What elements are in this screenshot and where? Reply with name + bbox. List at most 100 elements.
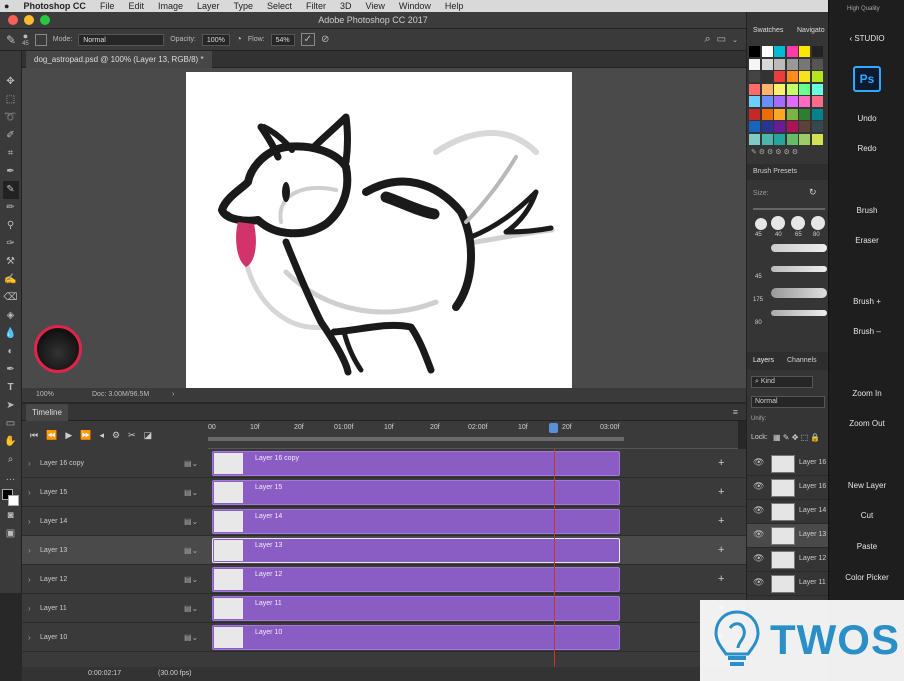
brush-preset-dot[interactable] bbox=[811, 216, 825, 230]
color-swatch[interactable] bbox=[774, 121, 785, 132]
expand-arrow-icon[interactable]: › bbox=[28, 507, 31, 536]
timeline-clip[interactable]: Layer 10 bbox=[212, 625, 620, 650]
color-swatch[interactable] bbox=[774, 133, 785, 145]
layer-item[interactable]: 👁 Layer 16 bbox=[747, 476, 829, 500]
kind-filter[interactable]: ⌕ Kind bbox=[751, 376, 813, 388]
studio-zoom-out-button[interactable]: Zoom Out bbox=[829, 419, 904, 428]
transition-icon[interactable]: ◪ bbox=[144, 430, 153, 441]
color-swatch[interactable] bbox=[811, 83, 823, 95]
pressure-size-icon[interactable]: ⊘ bbox=[321, 34, 329, 45]
blur-tool-icon[interactable]: 💧 bbox=[3, 325, 19, 343]
color-swatch[interactable] bbox=[761, 83, 773, 95]
quick-select-tool-icon[interactable]: ✐ bbox=[3, 127, 19, 145]
color-swatch[interactable] bbox=[749, 83, 760, 95]
eye-icon[interactable]: 👁 bbox=[753, 553, 764, 564]
color-swatch[interactable] bbox=[774, 108, 785, 120]
menu-image[interactable]: Image bbox=[158, 1, 183, 11]
color-swatch[interactable] bbox=[811, 121, 823, 132]
color-swatch[interactable] bbox=[749, 96, 760, 107]
pressure-opacity-icon[interactable]: ◔ bbox=[236, 34, 242, 45]
eye-icon[interactable]: 👁 bbox=[753, 577, 764, 588]
brush-tool-active-icon[interactable]: ✎ bbox=[2, 181, 19, 199]
brush-stroke-preview[interactable] bbox=[771, 310, 827, 316]
brush-stroke-preview[interactable] bbox=[771, 266, 827, 272]
studio-undo-button[interactable]: Undo bbox=[829, 114, 904, 123]
color-swatch[interactable] bbox=[761, 71, 773, 82]
history-brush-tool-icon[interactable]: ✑ bbox=[3, 235, 19, 253]
zoom-tool-icon[interactable]: ⌕ bbox=[3, 451, 19, 469]
track-options-icon[interactable]: ▤⌄ bbox=[184, 565, 198, 594]
menu-window[interactable]: Window bbox=[399, 1, 431, 11]
doc-size-info[interactable]: Doc: 3.00M/96.5M bbox=[92, 388, 149, 402]
add-media-icon[interactable]: + bbox=[718, 536, 724, 565]
color-swatch[interactable] bbox=[799, 71, 810, 82]
tab-navigator[interactable]: Navigato bbox=[797, 27, 825, 34]
close-window-button[interactable] bbox=[8, 15, 18, 25]
timeline-track[interactable]: › Layer 14 ▤⌄ Layer 14 + bbox=[22, 507, 746, 536]
studio-paste-button[interactable]: Paste bbox=[829, 542, 904, 551]
color-swatches[interactable] bbox=[1, 489, 20, 507]
add-media-icon[interactable]: + bbox=[718, 507, 724, 536]
refresh-icon[interactable]: ↻ bbox=[809, 187, 817, 198]
color-swatch[interactable] bbox=[811, 108, 823, 120]
color-swatch[interactable] bbox=[761, 121, 773, 132]
go-to-first-frame-icon[interactable]: ⏮ bbox=[30, 430, 38, 441]
color-swatch[interactable] bbox=[811, 96, 823, 107]
timeline-track[interactable]: › Layer 11 ▤⌄ Layer 11 + bbox=[22, 594, 746, 623]
expand-arrow-icon[interactable]: › bbox=[28, 478, 31, 507]
crop-tool-icon[interactable]: ⌗ bbox=[3, 145, 19, 163]
color-swatch[interactable] bbox=[799, 133, 810, 145]
layer-item[interactable]: 👁 Layer 16 bbox=[747, 452, 829, 476]
brush-presets-title[interactable]: Brush Presets bbox=[753, 168, 797, 175]
studio-eraser-button[interactable]: Eraser bbox=[829, 236, 904, 245]
color-swatch[interactable] bbox=[811, 46, 823, 57]
next-frame-icon[interactable]: ⏩ bbox=[80, 430, 91, 441]
zoom-level[interactable]: 100% bbox=[36, 388, 54, 402]
eye-icon[interactable]: 👁 bbox=[753, 505, 764, 516]
status-menu-icon[interactable]: › bbox=[172, 388, 174, 402]
eye-icon[interactable]: 👁 bbox=[753, 481, 764, 492]
studio-redo-button[interactable]: Redo bbox=[829, 144, 904, 153]
color-swatch[interactable] bbox=[786, 58, 798, 70]
expand-arrow-icon[interactable]: › bbox=[28, 536, 31, 565]
color-swatch[interactable] bbox=[761, 96, 773, 107]
color-swatch[interactable] bbox=[749, 108, 760, 120]
timeline-track[interactable]: › Layer 15 ▤⌄ Layer 15 + bbox=[22, 478, 746, 507]
color-swatch[interactable] bbox=[774, 71, 785, 82]
color-swatch[interactable] bbox=[799, 58, 810, 70]
color-swatch[interactable] bbox=[786, 121, 798, 132]
menu-app-name[interactable]: Photoshop CC bbox=[23, 1, 86, 11]
color-swatch[interactable] bbox=[749, 121, 760, 132]
color-swatch[interactable] bbox=[786, 133, 798, 145]
color-swatch[interactable] bbox=[749, 58, 760, 70]
color-swatch[interactable] bbox=[811, 58, 823, 70]
menu-filter[interactable]: Filter bbox=[306, 1, 326, 11]
timeline-clip[interactable]: Layer 11 bbox=[212, 596, 620, 621]
workspace-dropdown-icon[interactable]: ⌄ bbox=[732, 36, 738, 44]
add-media-icon[interactable]: + bbox=[718, 478, 724, 507]
color-swatch[interactable] bbox=[786, 71, 798, 82]
zoom-window-button[interactable] bbox=[40, 15, 50, 25]
workspace-icon[interactable]: ▭ bbox=[717, 34, 726, 45]
timeline-clip[interactable]: Layer 13 bbox=[212, 538, 620, 563]
color-swatch[interactable] bbox=[774, 46, 785, 57]
play-icon[interactable]: ▶ bbox=[65, 430, 72, 441]
background-color[interactable] bbox=[7, 495, 19, 506]
timeline-menu-icon[interactable]: ≡ bbox=[733, 404, 738, 421]
timeline-ruler[interactable]: 00 10f 20f 01:00f 10f 20f 02:00f 10f 20f… bbox=[208, 421, 738, 449]
settings-gear-icon[interactable]: ⚙ bbox=[112, 430, 120, 441]
menu-view[interactable]: View bbox=[366, 1, 385, 11]
minimize-window-button[interactable] bbox=[24, 15, 34, 25]
color-swatch[interactable] bbox=[774, 83, 785, 95]
color-swatch[interactable] bbox=[799, 108, 810, 120]
canvas-area[interactable] bbox=[22, 68, 746, 388]
expand-arrow-icon[interactable]: › bbox=[28, 623, 31, 652]
color-swatch[interactable] bbox=[811, 133, 823, 145]
color-swatch[interactable] bbox=[749, 133, 760, 145]
color-swatch[interactable] bbox=[749, 46, 760, 57]
track-options-icon[interactable]: ▤⌄ bbox=[184, 623, 198, 652]
color-swatch[interactable] bbox=[786, 96, 798, 107]
swatch-grid[interactable] bbox=[749, 46, 827, 146]
timeline-title[interactable]: Timeline bbox=[26, 404, 68, 421]
layer-item[interactable]: 👁 Layer 12 bbox=[747, 548, 829, 572]
